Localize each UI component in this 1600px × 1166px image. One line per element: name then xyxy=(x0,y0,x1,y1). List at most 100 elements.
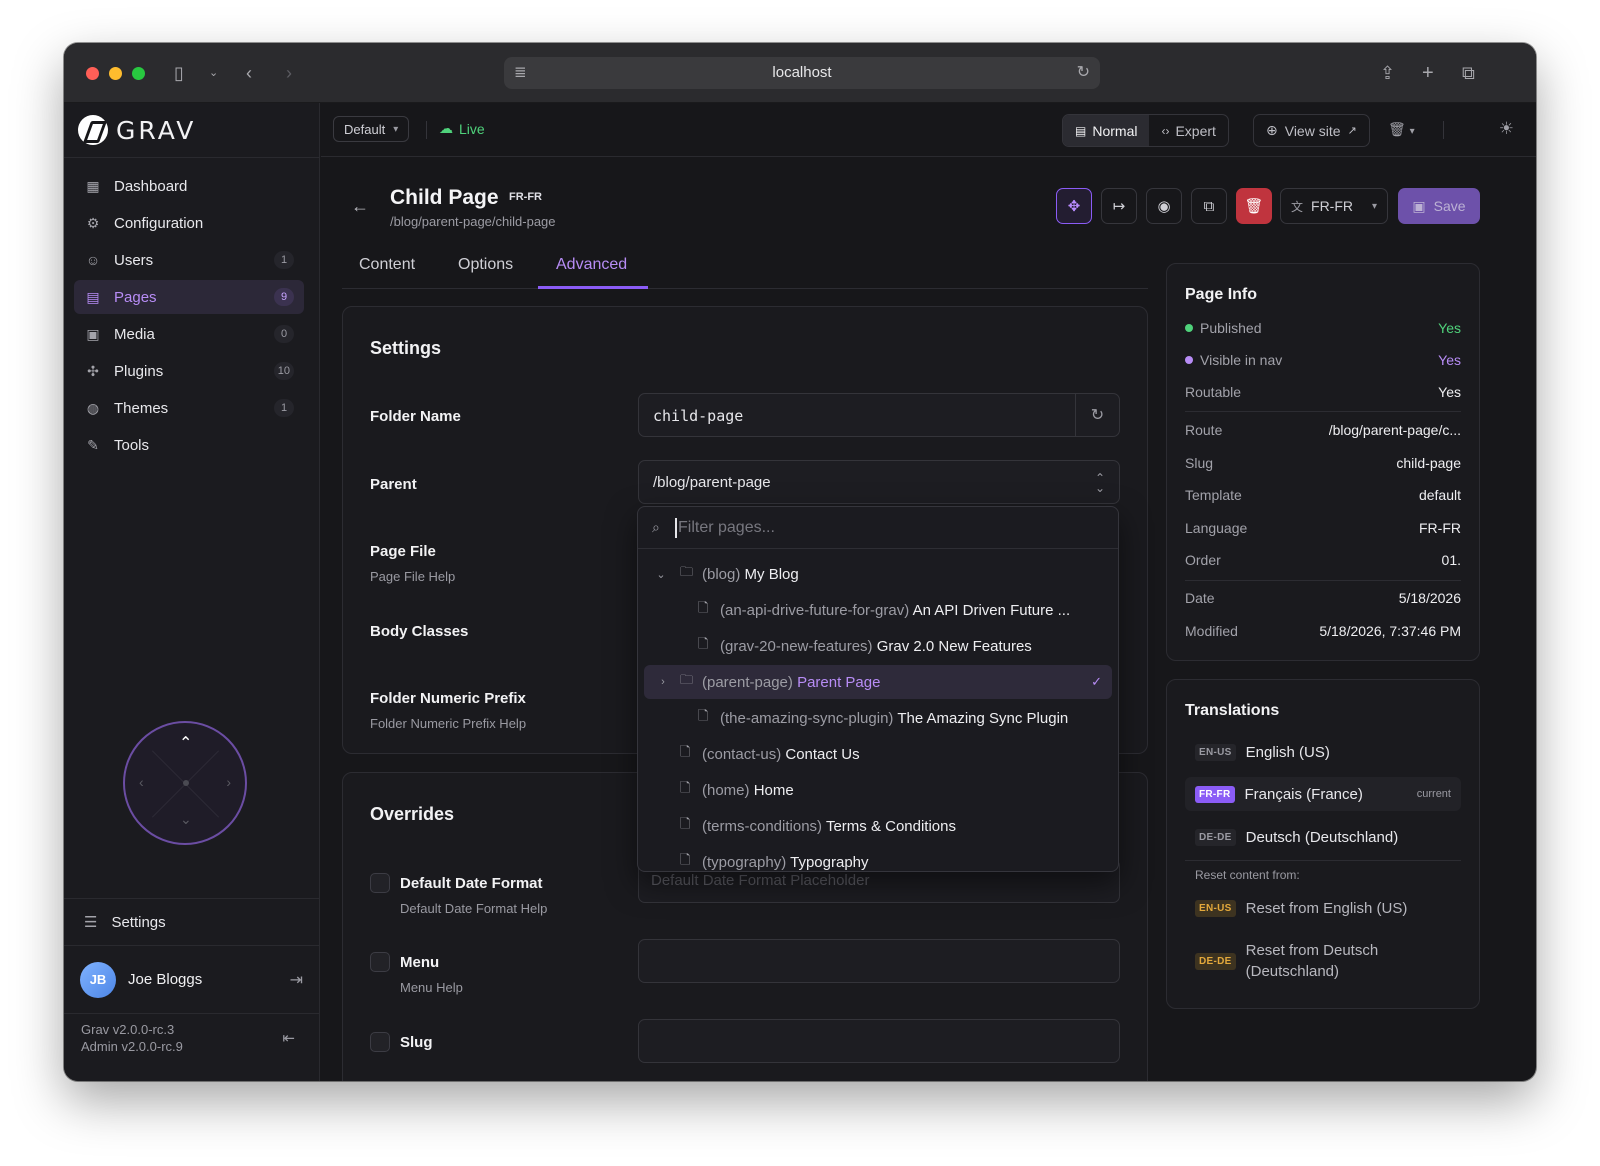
tab-options[interactable]: Options xyxy=(458,256,513,274)
translation-en-us[interactable]: EN-US English (US) xyxy=(1185,735,1461,769)
translation-fr-fr[interactable]: FR-FR Français (France) current xyxy=(1185,777,1461,811)
reload-icon[interactable]: ↻ xyxy=(1077,62,1090,82)
collapse-sidebar-icon[interactable]: ⇤ xyxy=(282,1029,295,1047)
visible-row: Visible in nav Yes xyxy=(1185,352,1461,372)
chevron-left-icon[interactable]: ‹ xyxy=(139,774,144,790)
delete-button[interactable]: 🗑︎ xyxy=(1236,188,1272,224)
translation-de-de[interactable]: DE-DE Deutsch (Deutschland) xyxy=(1185,820,1461,854)
new-tab-icon[interactable]: + xyxy=(1422,61,1434,85)
slug-checkbox[interactable] xyxy=(370,1032,390,1052)
theme-toggle-icon[interactable]: ☀ xyxy=(1499,119,1514,139)
refresh-icon[interactable]: ↻ xyxy=(1075,394,1119,436)
list-item[interactable]: 🗋︎ (typography) Typography xyxy=(644,845,1112,871)
list-item[interactable]: 🗋︎ (contact-us) Contact Us xyxy=(644,737,1112,771)
tabs-overview-icon[interactable]: ⧉ xyxy=(1462,61,1475,85)
sidebar-item-themes[interactable]: ◍ Themes 1 xyxy=(74,391,304,425)
chevron-down-icon[interactable]: ⌄ xyxy=(209,61,218,85)
chevron-up-icon[interactable]: ⌃ xyxy=(179,733,192,753)
minimize-window-button[interactable] xyxy=(109,67,122,80)
tab-content[interactable]: Content xyxy=(359,256,415,274)
list-item[interactable]: 🗋︎ (the-amazing-sync-plugin) The Amazing… xyxy=(644,701,1112,735)
sidebar-toggle-icon[interactable]: ▯ xyxy=(174,61,184,85)
slug-label: Slug xyxy=(400,1034,433,1051)
routable-row: Routable Yes xyxy=(1185,384,1461,404)
list-item[interactable]: ⌄ 🗀︎ (blog) My Blog xyxy=(644,557,1112,591)
live-status-label: Live xyxy=(459,120,485,137)
avatar[interactable]: JB xyxy=(80,961,116,998)
center-dot[interactable] xyxy=(183,780,189,786)
filter-pages-search[interactable]: ⌕ Filter pages... xyxy=(638,507,1118,549)
slug-input[interactable] xyxy=(638,1019,1120,1063)
code-icon: ‹› xyxy=(1161,123,1170,138)
user-section: JB Joe Bloggs ⇥ xyxy=(64,946,319,1014)
page-file-label: Page File xyxy=(370,543,436,560)
environment-select[interactable]: Default ▾ xyxy=(333,116,410,142)
date-format-checkbox[interactable] xyxy=(370,873,390,893)
grav-logo[interactable]: GRAV xyxy=(78,115,196,145)
menu-checkbox[interactable] xyxy=(370,952,390,972)
status-dot xyxy=(1185,356,1193,364)
chevron-down-icon[interactable]: ▾ xyxy=(1410,126,1415,137)
reset-from-en-us[interactable]: EN-US Reset from English (US) xyxy=(1195,898,1461,919)
list-item[interactable]: 🗋︎ (an-api-drive-future-for-grav) An API… xyxy=(644,593,1112,627)
sidebar-item-tools[interactable]: ✎ Tools xyxy=(74,428,304,462)
sidebar-item-plugins[interactable]: ✣ Plugins 10 xyxy=(74,354,304,388)
navigation-joystick[interactable]: ⌃ ⌄ ‹ › xyxy=(123,721,247,845)
folder-name-label: Folder Name xyxy=(370,408,461,425)
preview-button[interactable]: ◉ xyxy=(1146,188,1182,224)
language-select[interactable]: 文 FR-FR ▾ xyxy=(1280,188,1388,224)
expert-mode-button[interactable]: ‹› Expert xyxy=(1149,115,1227,146)
sidebar-item-label: Dashboard xyxy=(114,177,188,195)
share-icon[interactable]: ⇪ xyxy=(1380,61,1395,85)
page-title: Typography xyxy=(790,853,869,871)
forward-arrow-icon[interactable]: › xyxy=(286,61,292,85)
filter-pages-placeholder: Filter pages... xyxy=(678,519,775,536)
admin-version: Admin v2.0.0-rc.9 xyxy=(81,1039,183,1054)
back-arrow-icon[interactable]: ← xyxy=(351,196,369,217)
divider xyxy=(1185,580,1461,581)
folder-name-field[interactable]: child-page ↻ xyxy=(638,393,1120,437)
sidebar-settings[interactable]: ☰ Settings xyxy=(64,898,319,946)
sidebar-item-users[interactable]: ☺ Users 1 xyxy=(74,243,304,277)
file-icon: 🗋︎ xyxy=(698,708,709,723)
trash-icon[interactable]: 🗑︎ ▾ xyxy=(1388,121,1415,138)
list-item[interactable]: › 🗀︎ (parent-page) Parent Page ✓ xyxy=(644,665,1112,699)
parent-select[interactable]: /blog/parent-page ⌃ ⌄ xyxy=(638,460,1120,504)
chevron-right-icon[interactable]: › xyxy=(656,676,670,688)
view-site-button[interactable]: ⊕ View site ↗ xyxy=(1253,114,1370,147)
normal-mode-button[interactable]: ▤ Normal xyxy=(1063,115,1150,146)
chevron-down-icon[interactable]: ⌄ xyxy=(654,568,668,581)
language-code-badge: DE-DE xyxy=(1195,952,1236,970)
route-value: /blog/parent-page/c... xyxy=(1328,422,1461,438)
save-button[interactable]: ▣ Save xyxy=(1398,188,1480,224)
published-label: Published xyxy=(1200,320,1262,336)
sidebar-item-pages[interactable]: ▤ Pages 9 xyxy=(74,280,304,314)
chevron-right-icon[interactable]: › xyxy=(226,774,231,790)
sidebar-item-dashboard[interactable]: ▦ Dashboard xyxy=(74,169,304,203)
menu-input[interactable] xyxy=(638,939,1120,983)
tab-advanced[interactable]: Advanced xyxy=(556,256,627,274)
logout-icon[interactable]: ⇥ xyxy=(290,970,303,990)
list-item[interactable]: 🗋︎ (terms-conditions) Terms & Conditions xyxy=(644,809,1112,843)
url-text: localhost xyxy=(772,64,832,81)
address-bar[interactable]: ≣ localhost ↻ xyxy=(504,57,1100,89)
grav-logo-icon xyxy=(78,115,108,145)
chevron-down-icon[interactable]: ⌄ xyxy=(180,811,192,828)
count-badge: 0 xyxy=(274,325,294,343)
copy-button[interactable]: ⧉ xyxy=(1191,188,1227,224)
list-item[interactable]: 🗋︎ (grav-20-new-features) Grav 2.0 New F… xyxy=(644,629,1112,663)
reset-from-de-de[interactable]: DE-DE Reset from Deutsch (Deutschland) xyxy=(1195,940,1461,982)
sidebar-item-configuration[interactable]: ⚙ Configuration xyxy=(74,206,304,240)
admin-topbar: Default ▾ ☁ Live ▤ Normal ‹› Expert ⊕ Vi… xyxy=(321,103,1536,157)
zoom-window-button[interactable] xyxy=(132,67,145,80)
reset-content-label: Reset content from: xyxy=(1195,868,1300,882)
close-window-button[interactable] xyxy=(86,67,99,80)
sidebar-item-media[interactable]: ▣ Media 0 xyxy=(74,317,304,351)
move-button[interactable]: ✥ xyxy=(1056,188,1092,224)
redirect-button[interactable]: ↦ xyxy=(1101,188,1137,224)
list-item[interactable]: 🗋︎ (home) Home xyxy=(644,773,1112,807)
modified-row: Modified 5/18/2026, 7:37:46 PM xyxy=(1185,623,1461,643)
back-arrow-icon[interactable]: ‹ xyxy=(246,61,252,85)
date-label: Date xyxy=(1185,590,1215,606)
page-title: Child Page xyxy=(390,186,499,209)
